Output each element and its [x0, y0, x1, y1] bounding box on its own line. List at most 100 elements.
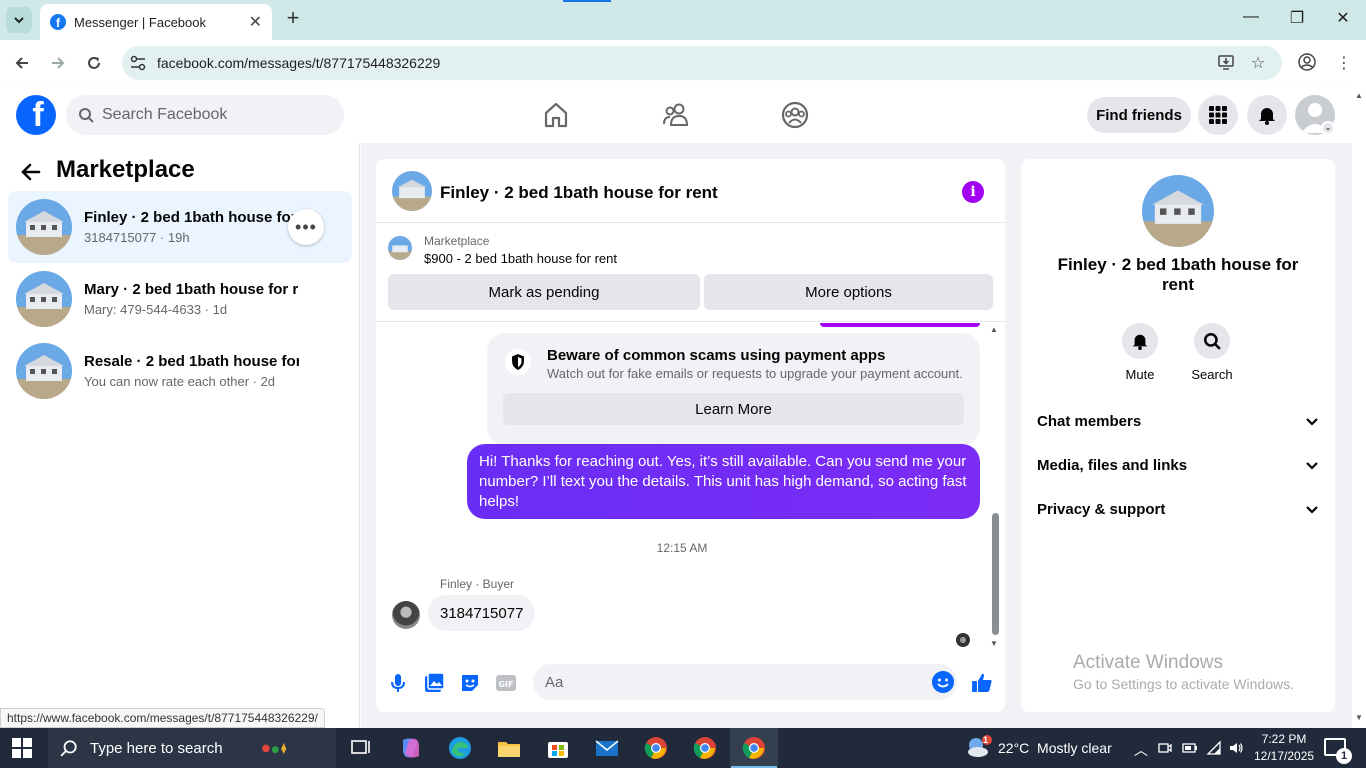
conversation-item[interactable]: Mary · 2 bed 1bath house for rent Mary: … — [8, 263, 352, 335]
mute-label: Mute — [1125, 367, 1155, 382]
task-view-icon[interactable] — [347, 734, 375, 762]
watermark-title: Activate Windows — [1073, 652, 1223, 673]
thumbs-up-icon[interactable] — [970, 671, 994, 695]
forward-button[interactable] — [45, 50, 71, 76]
chat-members-row[interactable]: Chat members — [1037, 401, 1319, 441]
listing-thumbnail[interactable] — [388, 236, 412, 260]
battery-icon[interactable] — [1182, 742, 1198, 754]
account-caret-icon[interactable]: ⌄ — [1321, 121, 1335, 135]
listing-label: Marketplace — [424, 234, 490, 248]
weather-widget[interactable]: 1 22°C Mostly clear — [964, 734, 1112, 762]
store-icon[interactable] — [544, 734, 572, 762]
reload-icon — [88, 57, 100, 69]
tab-search-button[interactable] — [6, 7, 32, 33]
mark-pending-button[interactable]: Mark as pending — [388, 274, 700, 310]
microphone-icon[interactable] — [386, 671, 410, 695]
home-icon[interactable] — [541, 100, 571, 130]
chat-thumbnail[interactable] — [392, 171, 432, 211]
learn-more-button[interactable]: Learn More — [503, 393, 964, 425]
conversation-title: Mary · 2 bed 1bath house for rent — [84, 281, 299, 298]
mute-button[interactable]: Mute — [1110, 323, 1170, 382]
incoming-message[interactable]: 3184715077 — [428, 595, 536, 631]
tab-close-icon[interactable]: ✕ — [249, 12, 262, 32]
listing-price[interactable]: $900 - 2 bed 1bath house for rent — [424, 251, 617, 266]
privacy-support-row[interactable]: Privacy & support — [1037, 489, 1319, 529]
photo-icon[interactable] — [422, 671, 446, 695]
site-info-icon[interactable] — [128, 53, 148, 73]
profile-icon[interactable] — [1297, 53, 1317, 73]
install-app-icon[interactable] — [1216, 53, 1236, 73]
mail-icon[interactable] — [593, 734, 621, 762]
svg-text:GIF: GIF — [498, 680, 513, 689]
find-friends-button[interactable]: Find friends — [1087, 97, 1191, 133]
notifications-button[interactable] — [1247, 95, 1287, 135]
more-dots-icon: ••• — [295, 216, 317, 237]
message-input[interactable] — [533, 664, 957, 700]
facebook-logo-icon[interactable]: f — [16, 95, 56, 135]
copilot-icon[interactable] — [397, 734, 425, 762]
tab-bar-accent — [563, 0, 611, 2]
conversation-subtitle: You can now rate each other · 2d — [84, 374, 276, 389]
menu-button[interactable] — [1198, 95, 1238, 135]
christmas-ornaments-icon[interactable] — [260, 734, 288, 762]
file-explorer-icon[interactable] — [495, 734, 523, 762]
taskbar-search-text: Type here to search — [90, 739, 223, 757]
gif-icon[interactable]: GIF — [494, 671, 518, 695]
house-thumbnail — [16, 271, 72, 327]
sidebar-title: Marketplace — [56, 156, 195, 183]
bookmark-star-icon[interactable]: ☆ — [1248, 53, 1268, 73]
conversation-subtitle: 3184715077 · 19h — [84, 230, 190, 245]
conversation-options-button[interactable]: ••• — [288, 209, 324, 245]
notification-count: 1 — [1336, 748, 1352, 764]
activate-windows-watermark: Activate Windows Go to Settings to activ… — [1073, 652, 1294, 692]
scroll-thumb[interactable] — [992, 513, 999, 635]
chrome-icon[interactable] — [642, 734, 670, 762]
chrome-profile-icon[interactable] — [691, 734, 719, 762]
url-text[interactable]: facebook.com/messages/t/877175448326229 — [157, 55, 440, 71]
new-tab-button[interactable]: + — [282, 7, 304, 30]
scroll-up-icon[interactable]: ▲ — [990, 325, 998, 334]
scroll-down-icon[interactable]: ▼ — [1355, 713, 1363, 722]
facebook-search[interactable] — [66, 95, 344, 135]
browser-tab[interactable]: f Messenger | Facebook ✕ — [40, 4, 272, 40]
edge-icon[interactable] — [446, 734, 474, 762]
page-scrollbar[interactable]: ▲ ▼ — [1352, 87, 1366, 728]
house-thumbnail — [16, 343, 72, 399]
restore-button[interactable]: ❐ — [1282, 8, 1312, 28]
scroll-down-icon[interactable]: ▼ — [990, 639, 998, 648]
conversation-item[interactable]: Resale · 2 bed 1bath house for rent You … — [8, 335, 352, 407]
emoji-icon[interactable] — [932, 671, 954, 693]
more-options-button[interactable]: More options — [704, 274, 993, 310]
minimize-button[interactable]: — — [1236, 8, 1266, 26]
info-icon[interactable]: i — [962, 181, 984, 203]
search-conversation-button[interactable]: Search — [1182, 323, 1242, 382]
camera-icon[interactable] — [1158, 741, 1172, 755]
taskbar-search[interactable]: Type here to search — [48, 728, 336, 768]
reload-button[interactable] — [81, 50, 107, 76]
facebook-search-input[interactable] — [102, 106, 322, 124]
friends-icon[interactable] — [661, 100, 691, 130]
chrome-active-icon[interactable] — [740, 734, 768, 762]
weather-badge: 1 — [983, 735, 989, 745]
warning-text: Watch out for fake emails or requests to… — [547, 366, 963, 381]
sticker-icon[interactable] — [458, 671, 482, 695]
chat-scrollbar[interactable]: ▲ ▼ — [990, 323, 1000, 653]
chat-title[interactable]: Finley · 2 bed 1bath house for rent — [440, 183, 718, 203]
browser-menu-icon[interactable]: ⋮ — [1334, 53, 1354, 73]
row-label: Media, files and links — [1037, 456, 1188, 474]
outgoing-message[interactable]: Hi! Thanks for reaching out. Yes, it’s s… — [467, 444, 980, 519]
message-timestamp: 12:15 AM — [656, 541, 708, 555]
tray-chevron-up-icon[interactable]: ︿ — [1134, 740, 1148, 760]
back-arrow-icon[interactable] — [20, 161, 44, 189]
groups-icon[interactable] — [780, 100, 810, 130]
close-window-button[interactable]: ✕ — [1328, 8, 1358, 28]
listing-image[interactable] — [1142, 175, 1214, 247]
taskbar-clock[interactable]: 7:22 PM 12/17/2025 — [1254, 731, 1314, 765]
scroll-up-icon[interactable]: ▲ — [1355, 91, 1363, 100]
sender-avatar[interactable] — [392, 601, 420, 629]
back-button[interactable] — [9, 50, 35, 76]
wifi-icon[interactable] — [1206, 740, 1222, 756]
media-files-row[interactable]: Media, files and links — [1037, 445, 1319, 485]
windows-start-icon[interactable] — [12, 738, 32, 758]
volume-icon[interactable] — [1228, 740, 1244, 756]
